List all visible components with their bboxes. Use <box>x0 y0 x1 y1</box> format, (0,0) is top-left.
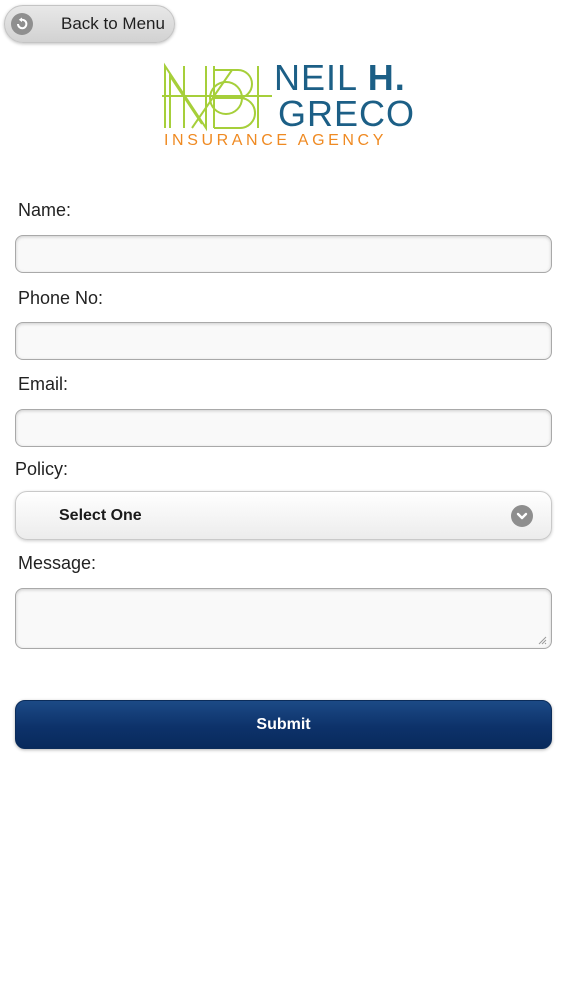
message-textarea[interactable] <box>15 588 552 649</box>
chevron-down-icon <box>511 505 533 527</box>
policy-select[interactable]: Select One <box>15 491 552 540</box>
submit-button-label: Submit <box>256 715 311 733</box>
message-label: Message: <box>18 553 97 573</box>
email-input[interactable] <box>15 409 552 447</box>
logo-initial: H. <box>367 57 406 98</box>
email-label: Email: <box>18 374 69 394</box>
policy-label: Policy: <box>15 459 69 479</box>
back-to-menu-button[interactable]: Back to Menu <box>4 5 175 43</box>
name-label: Name: <box>18 200 72 220</box>
submit-button[interactable]: Submit <box>15 700 552 749</box>
resize-grip-icon[interactable] <box>537 635 547 645</box>
arrow-back-icon <box>11 13 33 35</box>
logo-last-name: GRECO <box>278 93 416 134</box>
company-logo: NEIL H. GRECO INSURANCE AGENCY <box>162 60 414 154</box>
policy-selected-value: Select One <box>59 507 142 524</box>
logo-tagline: INSURANCE AGENCY <box>164 132 387 149</box>
name-input[interactable] <box>15 235 552 273</box>
phone-label: Phone No: <box>18 288 104 308</box>
contact-page: Back to Menu NEIL H. GRECO INSURANCE AGE… <box>0 0 563 1000</box>
back-to-menu-label: Back to Menu <box>61 14 165 33</box>
logo-name-first: NEIL H. <box>274 60 406 96</box>
logo-first-name: NEIL <box>274 57 357 98</box>
phone-input[interactable] <box>15 322 552 360</box>
nh-monogram-icon <box>162 62 272 132</box>
